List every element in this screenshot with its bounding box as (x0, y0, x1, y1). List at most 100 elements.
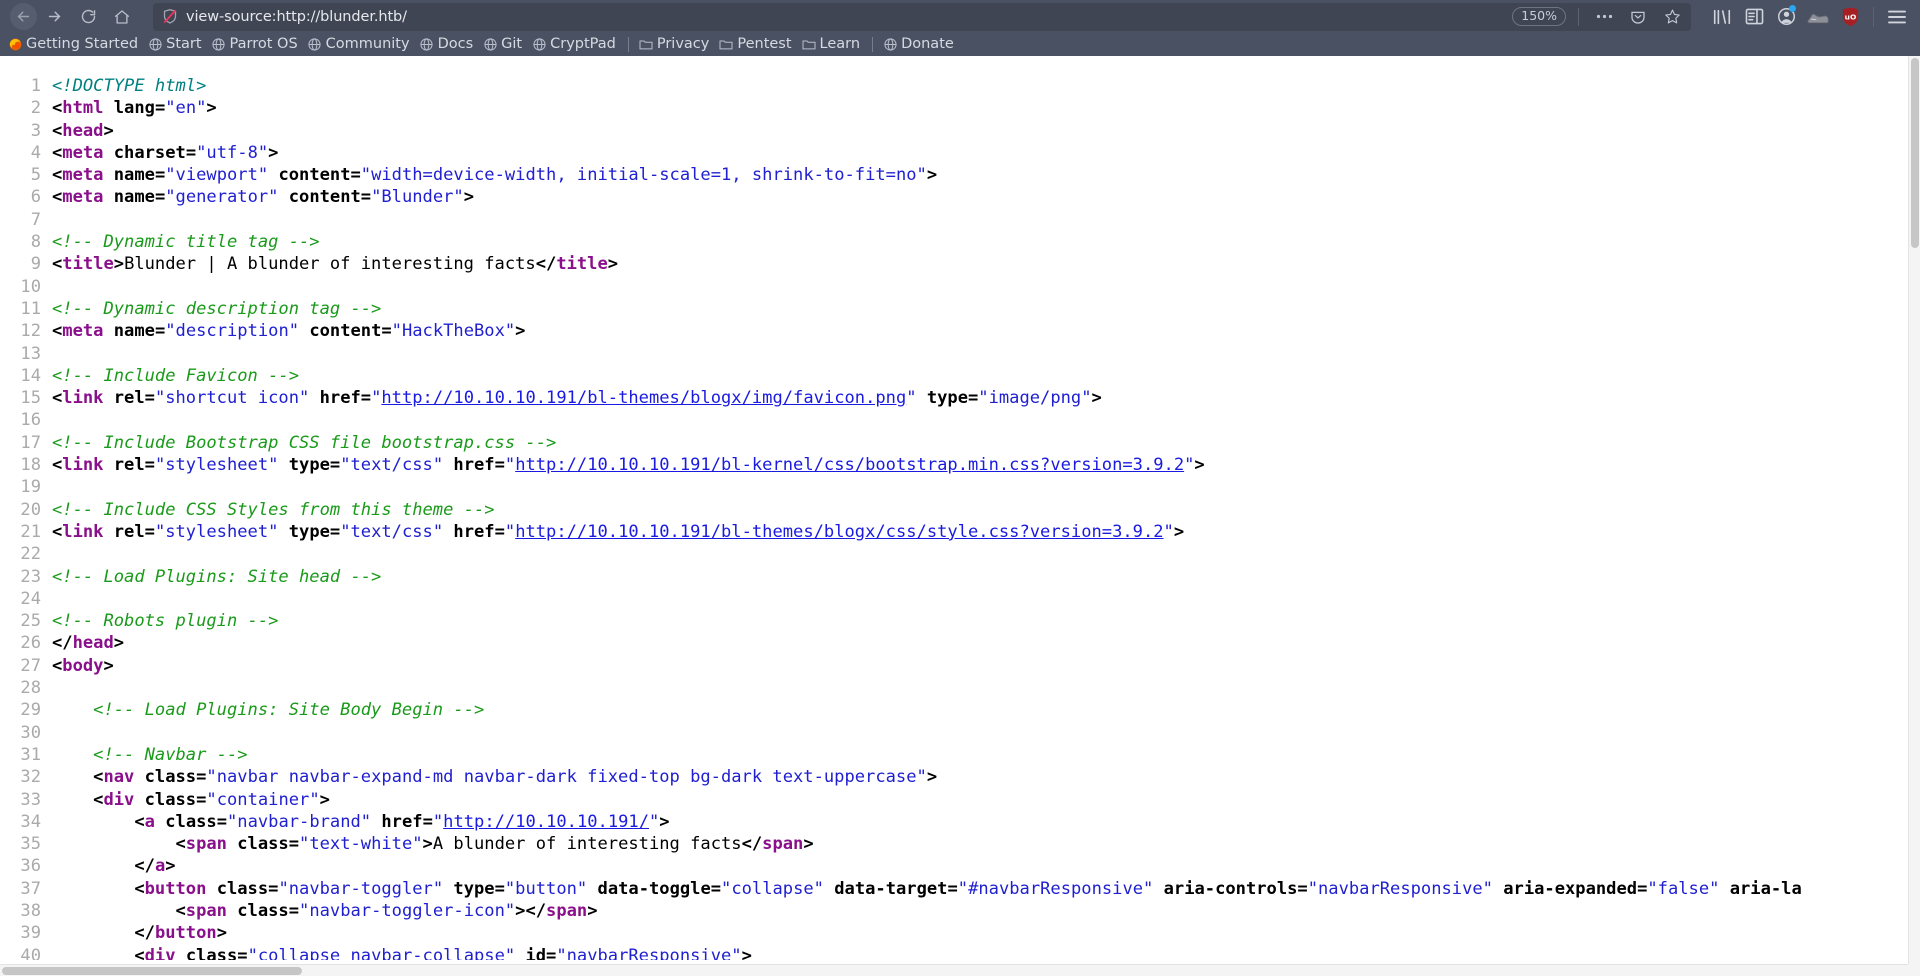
source-link[interactable]: http://10.10.10.191/bl-themes/blogx/css/… (515, 522, 1163, 542)
source-token: "button" (504, 878, 588, 899)
bookmark-label: Start (166, 36, 202, 52)
bookmarks-toolbar: Getting Started Start Parrot OS Communit… (0, 33, 1920, 56)
source-token: </ (52, 633, 73, 654)
source-token: div (103, 789, 135, 810)
source-token (227, 901, 237, 921)
globe-icon (483, 37, 497, 51)
source-token: = (329, 521, 341, 542)
bookmark-community[interactable]: Community (304, 35, 416, 54)
zoom-level-badge[interactable]: 150% (1512, 7, 1566, 26)
source-link[interactable]: http://10.10.10.191/bl-themes/blogx/img/… (381, 388, 906, 408)
bookmark-git[interactable]: Git (479, 35, 528, 54)
source-token: "stylesheet" (154, 455, 279, 476)
horizontal-scrollbar[interactable] (0, 964, 1908, 976)
bookmark-cryptpad[interactable]: CryptPad (528, 35, 622, 54)
source-token: class (165, 811, 217, 832)
source-token (103, 455, 113, 475)
source-token (268, 165, 278, 185)
bookmark-getting-started[interactable]: Getting Started (4, 35, 144, 54)
forward-button[interactable] (37, 2, 71, 32)
source-token (134, 790, 144, 810)
source-token: href (319, 388, 361, 409)
line-number: 21 (20, 521, 41, 542)
firefox-icon (8, 37, 22, 51)
address-bar[interactable]: view-source:http://blunder.htb/ 150% (153, 2, 1691, 31)
svg-text:uO: uO (1844, 12, 1856, 21)
source-token: < (52, 521, 63, 542)
source-token: "Blunder" (371, 187, 464, 208)
source-code-area[interactable]: 1 <!DOCTYPE html> 2 <html lang="en"> 3 <head>… (0, 56, 1908, 960)
line-content: <nav class="navbar navbar-expand-md navb… (52, 766, 1802, 788)
pocket-icon[interactable] (1625, 4, 1651, 30)
ublock-origin-shield-icon[interactable]: uO (1835, 3, 1865, 31)
sidebar-icon[interactable] (1739, 3, 1769, 31)
url-text[interactable]: view-source:http://blunder.htb/ (186, 9, 1504, 25)
line-content: </a> (52, 855, 1802, 877)
source-token: > (113, 633, 125, 654)
home-button[interactable] (105, 2, 139, 32)
globe-icon (883, 37, 897, 51)
source-token (103, 143, 113, 163)
reload-button[interactable] (71, 2, 105, 32)
line-number: 2 (30, 98, 41, 119)
source-token: "collapse navbar-collapse" (247, 945, 516, 960)
source-token: < (52, 655, 63, 676)
source-token: head (72, 633, 114, 654)
source-token: meta (62, 321, 104, 342)
line-number: 19 (20, 477, 41, 498)
source-token: "width=device-width, initial-scale=1, sh… (360, 165, 927, 186)
line-content (52, 722, 1802, 744)
extension-shoe-icon[interactable] (1803, 3, 1833, 31)
source-link[interactable]: http://10.10.10.191/ (443, 812, 649, 832)
source-token (299, 321, 309, 341)
source-line: 38 <span class="navbar-toggler-icon"></s… (0, 900, 1802, 922)
vertical-scrollbar-thumb[interactable] (1911, 58, 1919, 248)
account-icon[interactable] (1771, 3, 1801, 31)
source-token: content (288, 187, 361, 208)
globe-icon (308, 37, 322, 51)
source-token: "navbar-brand" (227, 811, 372, 832)
line-content: <link rel="stylesheet" type="text/css" h… (52, 454, 1802, 476)
source-token: "collapse" (721, 878, 824, 899)
bookmark-parrot-os[interactable]: Parrot OS (208, 35, 304, 54)
source-line: 5 <meta name="viewport" content="width=de… (0, 164, 1802, 186)
source-token: > (103, 655, 114, 676)
source-token: < (52, 187, 63, 208)
source-token: = (154, 98, 166, 119)
source-token: </ (535, 254, 557, 275)
bookmark-folder-privacy[interactable]: Privacy (635, 35, 716, 54)
line-content: <span class="text-white">A blunder of in… (52, 833, 1802, 855)
source-token: = (494, 521, 505, 542)
source-line: 13 (0, 343, 1802, 365)
source-token: "en" (165, 98, 207, 119)
line-number: 31 (20, 744, 41, 765)
source-token: "utf-8" (196, 142, 269, 163)
app-menu-icon[interactable] (1882, 3, 1912, 31)
ellipsis-icon[interactable] (1591, 4, 1617, 30)
source-token: > (587, 900, 598, 921)
source-link[interactable]: http://10.10.10.191/bl-kernel/css/bootst… (515, 455, 1184, 475)
star-icon[interactable] (1659, 4, 1685, 30)
source-token (52, 790, 93, 810)
bookmark-folder-learn[interactable]: Learn (798, 35, 867, 54)
source-line: 12 <meta name="description" content="Hack… (0, 320, 1802, 342)
source-token (227, 834, 237, 854)
line-number: 14 (20, 365, 41, 386)
bookmark-folder-pentest[interactable]: Pentest (715, 35, 797, 54)
source-token: < (52, 165, 63, 186)
source-token: " (906, 388, 917, 409)
broken-shield-icon[interactable] (162, 9, 178, 25)
horizontal-scrollbar-thumb[interactable] (2, 967, 302, 975)
back-button[interactable] (10, 3, 37, 30)
bookmark-donate[interactable]: Donate (879, 35, 960, 54)
source-token: aria-la (1729, 878, 1802, 899)
library-icon[interactable] (1707, 3, 1737, 31)
line-content: <!-- Load Plugins: Site head --> (52, 566, 1802, 588)
vertical-scrollbar[interactable] (1908, 56, 1920, 964)
source-token: class (144, 767, 197, 788)
source-token (103, 321, 113, 341)
source-token: title (556, 254, 608, 275)
bookmark-start[interactable]: Start (144, 35, 207, 54)
bookmark-docs[interactable]: Docs (416, 35, 480, 54)
source-token: aria-controls (1163, 878, 1298, 899)
